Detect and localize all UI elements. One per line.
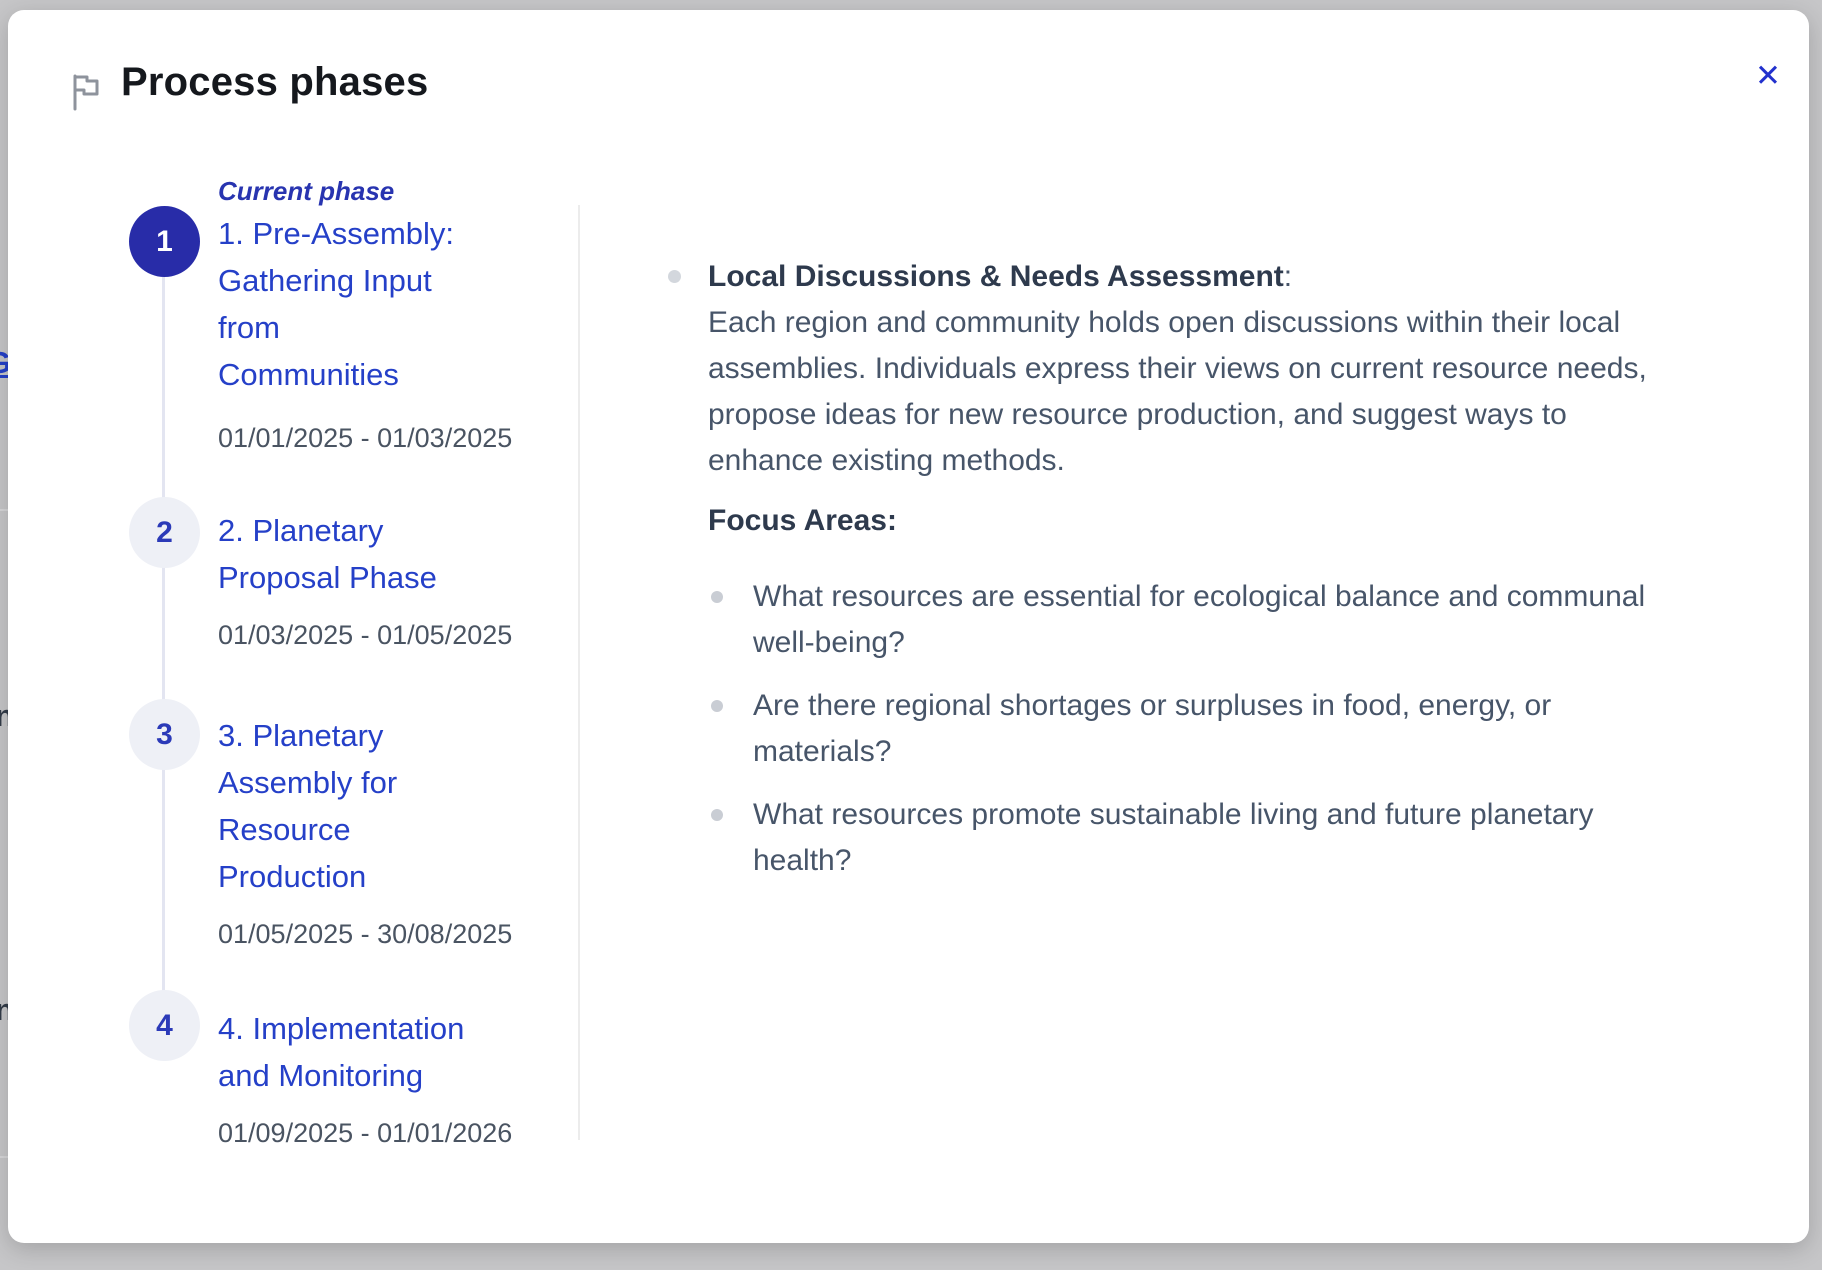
panel-divider (578, 205, 580, 1140)
phase-item-3: 3. Planetary Assembly for Resource Produ… (218, 712, 518, 950)
stepper-connector-line (162, 242, 165, 1026)
phase-3-link[interactable]: 3. Planetary Assembly for Resource Produ… (218, 712, 518, 900)
bullet-icon (711, 809, 723, 821)
focus-areas-list: What resources are essential for ecologi… (708, 574, 1798, 884)
current-phase-label: Current phase (218, 175, 518, 207)
dialog-title: Process phases (121, 60, 428, 105)
phase-2-link[interactable]: 2. Planetary Proposal Phase (218, 507, 518, 601)
flag-icon (66, 70, 106, 112)
phase-item-1: Current phase 1. Pre-Assembly: Gathering… (218, 175, 518, 454)
list-item: Are there regional shortages or surpluse… (708, 683, 1798, 775)
bullet-icon (668, 270, 681, 283)
phase-4-link[interactable]: 4. Implementation and Monitoring (218, 1005, 518, 1099)
phase-step-3-badge[interactable]: 3 (129, 699, 200, 770)
description-heading-colon: : (1284, 260, 1292, 293)
description-heading: Local Discussions & Needs Assessment (708, 260, 1284, 293)
phase-4-dates: 01/09/2025 - 01/01/2026 (218, 1117, 518, 1149)
phase-item-2: 2. Planetary Proposal Phase 01/03/2025 -… (218, 507, 518, 651)
description-body: Each region and community holds open dis… (708, 300, 1798, 484)
list-item: What resources promote sustainable livin… (708, 792, 1798, 884)
bullet-icon (711, 591, 723, 603)
phase-item-4: 4. Implementation and Monitoring 01/09/2… (218, 1005, 518, 1149)
focus-areas-label: Focus Areas: (708, 498, 1798, 544)
list-item: What resources are essential for ecologi… (708, 574, 1798, 666)
description-heading-line: Local Discussions & Needs Assessment: (708, 254, 1798, 300)
phase-step-4-badge[interactable]: 4 (129, 990, 200, 1061)
focus-question: Are there regional shortages or surpluse… (753, 689, 1551, 768)
phase-2-dates: 01/03/2025 - 01/05/2025 (218, 619, 518, 651)
focus-question: What resources are essential for ecologi… (753, 580, 1645, 659)
close-icon[interactable]: ✕ (1746, 54, 1790, 98)
phase-1-link[interactable]: 1. Pre-Assembly: Gathering Input from Co… (218, 210, 518, 398)
process-phases-dialog: Process phases ✕ 1 2 3 4 Current phase 1… (8, 10, 1809, 1243)
phase-1-dates: 01/01/2025 - 01/03/2025 (218, 422, 518, 454)
phase-description-panel: Local Discussions & Needs Assessment: Ea… (708, 254, 1798, 901)
bullet-icon (711, 700, 723, 712)
focus-question: What resources promote sustainable livin… (753, 798, 1593, 877)
phase-step-2-badge[interactable]: 2 (129, 497, 200, 568)
phase-step-1-badge[interactable]: 1 (129, 206, 200, 277)
phase-3-dates: 01/05/2025 - 30/08/2025 (218, 918, 518, 950)
